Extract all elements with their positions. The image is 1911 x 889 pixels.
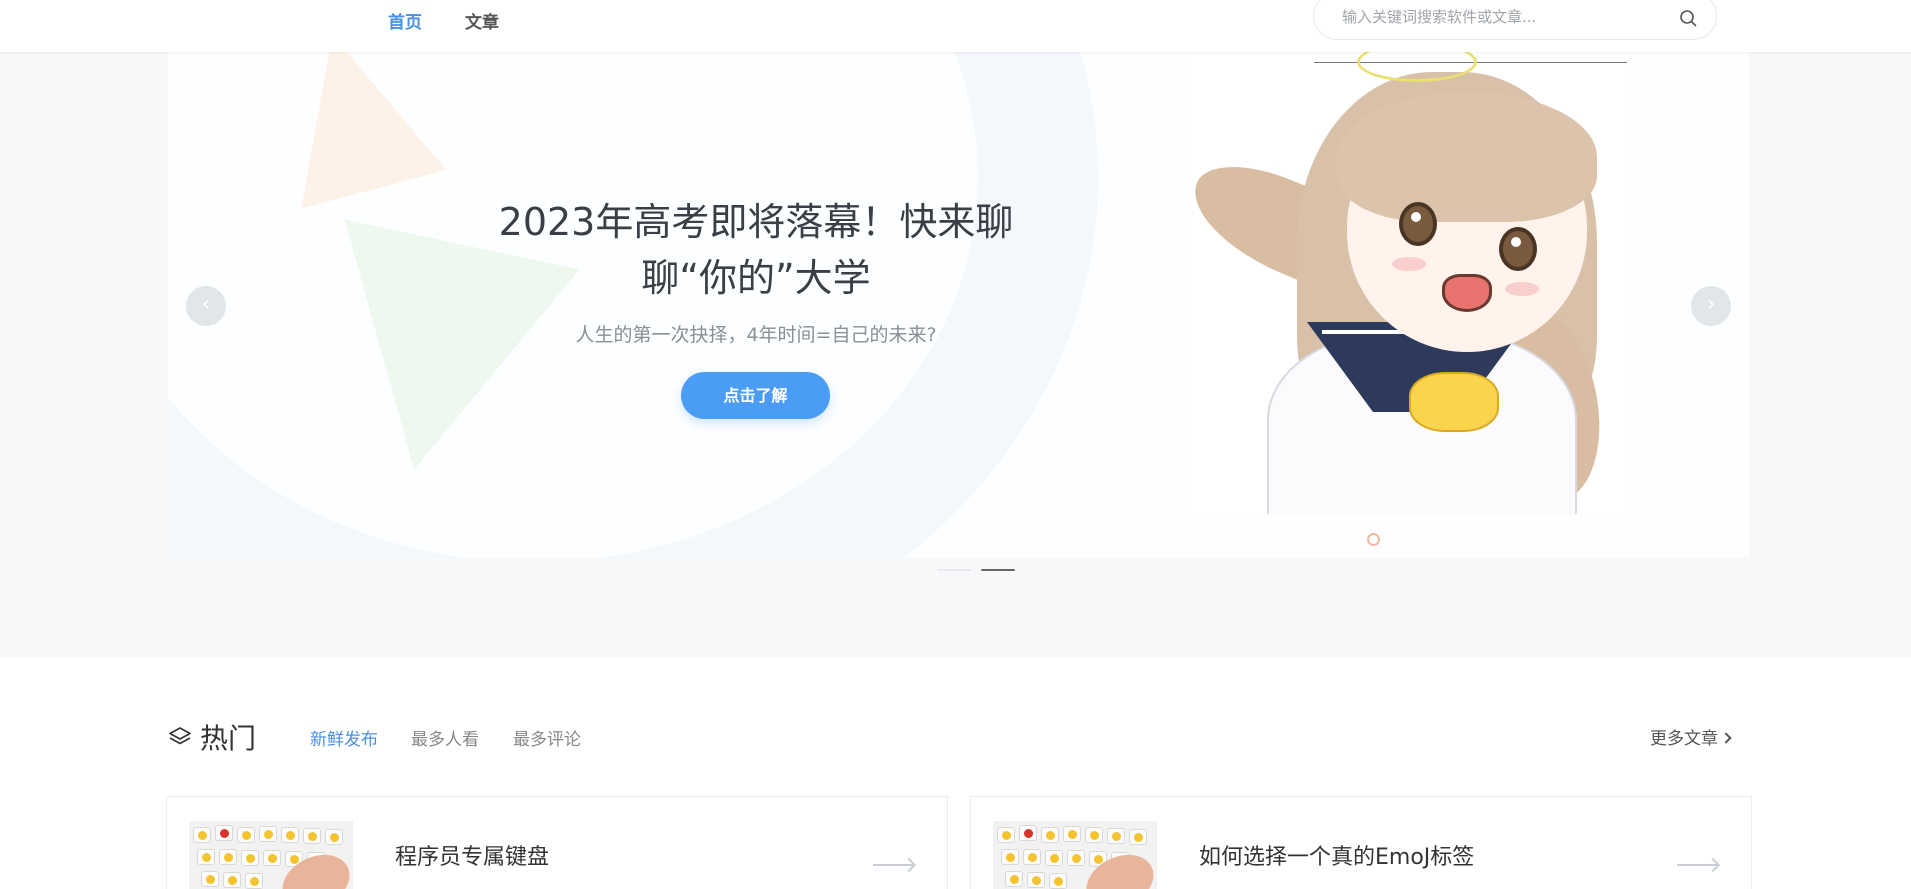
chevron-right-icon [1720,732,1732,744]
nav-home-link[interactable]: 首页 [388,8,422,33]
slider-next-button[interactable]: › [1691,286,1731,326]
illustration-eye-right [1499,227,1537,271]
hot-section-title: 热门 [200,722,257,755]
illustration-blush-right [1505,282,1539,296]
illustration-eye-left [1399,202,1437,246]
illustration-bangs [1337,92,1597,222]
article-title[interactable]: 如何选择一个真的EmoJ标签 [1199,839,1474,871]
slide-title: 2023年高考即将落幕！快来聊 聊“你的”大学 [486,194,1026,306]
arrow-right-icon[interactable] [1677,864,1717,866]
nav-articles-link[interactable]: 文章 [465,8,499,33]
slide-illustration [1187,52,1627,514]
layers-icon [169,727,191,745]
slide-title-line2: 聊“你的”大学 [641,256,871,300]
illustration-mouth [1442,274,1492,312]
slider-dot-2[interactable] [981,569,1015,571]
search-input[interactable] [1342,3,1672,31]
article-title[interactable]: 程序员专属键盘 [395,839,549,871]
slider-prev-button[interactable]: ‹ [186,286,226,326]
tab-most-commented[interactable]: 最多评论 [513,725,581,750]
hero-slider: 2023年高考即将落幕！快来聊 聊“你的”大学 人生的第一次抉择，4年时间=自己… [168,52,1749,558]
site-header: 首页 文章 [0,0,1911,52]
search-box [1313,0,1717,40]
slider-dot-1[interactable] [937,569,971,571]
slider-pagination [937,569,1045,577]
search-icon[interactable] [1679,9,1697,27]
article-card[interactable]: 如何选择一个真的EmoJ标签 [970,796,1752,889]
more-articles-link[interactable]: 更多文章 [1650,724,1732,749]
illustration-bow [1409,372,1499,432]
article-thumbnail [189,821,353,889]
tab-newest[interactable]: 新鲜发布 [310,725,378,750]
slide-title-line1: 2023年高考即将落幕！快来聊 [498,200,1014,244]
more-articles-label: 更多文章 [1650,729,1718,749]
tab-most-viewed[interactable]: 最多人看 [411,725,479,750]
learn-more-button[interactable]: 点击了解 [681,372,830,419]
illustration-blush-left [1392,257,1426,271]
article-card[interactable]: 程序员专属键盘 [166,796,948,889]
article-thumbnail [993,821,1157,889]
decorative-ring [1367,533,1380,546]
slide-subtitle: 人生的第一次抉择，4年时间=自己的未来? [575,324,937,346]
arrow-right-icon[interactable] [873,864,913,866]
